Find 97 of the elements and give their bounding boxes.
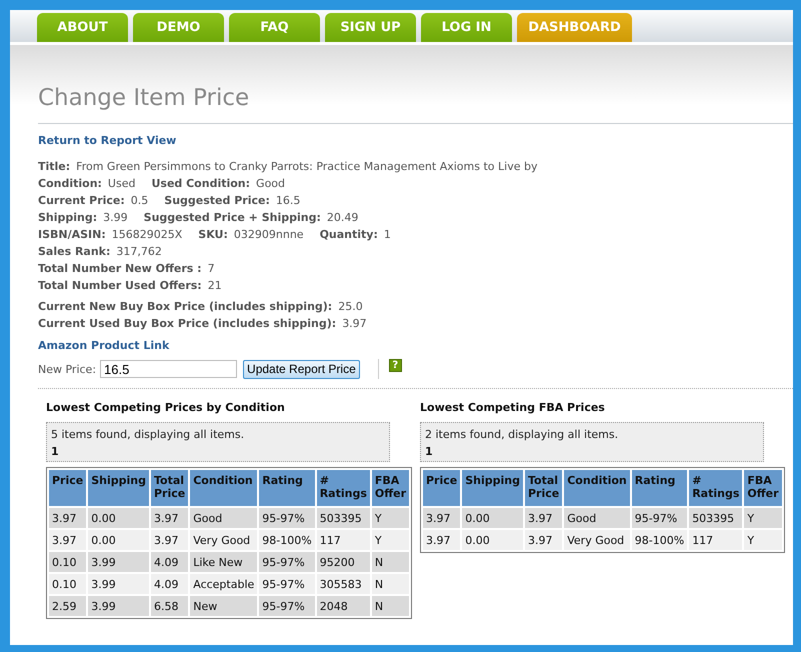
table-cell: 95-97% bbox=[259, 596, 315, 616]
column-header: FBA Offer bbox=[372, 470, 410, 506]
table-cell: 3.99 bbox=[88, 574, 149, 594]
table-cell: 3.97 bbox=[525, 508, 562, 528]
table-cell: Like New bbox=[190, 552, 258, 572]
table-cell: Y bbox=[372, 508, 410, 528]
detail-field: SKU: 032909nnne bbox=[198, 228, 304, 241]
table-cell: 3.99 bbox=[88, 552, 149, 572]
nav-tab[interactable]: SIGN UP bbox=[325, 13, 416, 42]
nav-tab[interactable]: DASHBOARD bbox=[517, 13, 632, 42]
table-cell: 503395 bbox=[316, 508, 370, 528]
detail-field: Shipping: 3.99 bbox=[38, 211, 128, 224]
table-cell: 95200 bbox=[316, 552, 370, 572]
results-count: 2 items found, displaying all items. bbox=[425, 428, 620, 441]
table-cell: 98-100% bbox=[259, 530, 315, 550]
table-cell: 0.10 bbox=[49, 574, 86, 594]
new-price-input[interactable]: 16.5 bbox=[100, 360, 238, 378]
table-cell: 0.10 bbox=[49, 552, 86, 572]
column-header: Rating bbox=[632, 470, 688, 506]
buy-box-price: Current Used Buy Box Price (includes shipping): 3.97 bbox=[38, 317, 368, 330]
update-price-button[interactable]: Update Report Price bbox=[243, 360, 360, 378]
nav-tab[interactable]: DEMO bbox=[133, 13, 224, 42]
table-cell: N bbox=[372, 552, 410, 572]
table-cell: Very Good bbox=[190, 530, 258, 550]
table-cell: Acceptable bbox=[190, 574, 258, 594]
column-header: # Ratings bbox=[316, 470, 370, 506]
table-cell: 0.00 bbox=[462, 508, 523, 528]
nav-tab[interactable]: LOG IN bbox=[421, 13, 512, 42]
table-cell: 95-97% bbox=[632, 508, 688, 528]
table-cell: 0.00 bbox=[462, 530, 523, 550]
table-cell: 0.00 bbox=[88, 508, 149, 528]
table-title: Lowest Competing FBA Prices bbox=[420, 401, 606, 414]
detail-field: Total Number Used Offers: 21 bbox=[38, 279, 222, 292]
table-cell: 6.58 bbox=[151, 596, 188, 616]
detail-field: Used Condition: Good bbox=[151, 177, 286, 190]
table-cell: 0.00 bbox=[88, 530, 149, 550]
detail-field: Suggested Price: 16.5 bbox=[164, 194, 300, 207]
table-cell: 3.97 bbox=[49, 508, 86, 528]
detail-field: Quantity: 1 bbox=[320, 228, 391, 241]
table-cell: 4.09 bbox=[151, 574, 188, 594]
column-header: Price bbox=[423, 470, 460, 506]
table-cell: Good bbox=[564, 508, 630, 528]
table-cell: N bbox=[372, 574, 410, 594]
table-cell: 3.97 bbox=[49, 530, 86, 550]
page-number: 1 bbox=[425, 445, 434, 458]
table-cell: Y bbox=[744, 530, 782, 550]
detail-field: Current Price: 0.5 bbox=[38, 194, 148, 207]
detail-field: Suggested Price + Shipping: 20.49 bbox=[144, 211, 358, 224]
table-cell: 3.97 bbox=[423, 508, 460, 528]
column-header: Rating bbox=[259, 470, 315, 506]
column-header: # Ratings bbox=[689, 470, 742, 506]
table-cell: 2048 bbox=[316, 596, 370, 616]
page-number: 1 bbox=[51, 445, 60, 458]
table-cell: New bbox=[190, 596, 258, 616]
table-cell: 305583 bbox=[316, 574, 370, 594]
table-cell: 3.99 bbox=[88, 596, 149, 616]
table-cell: Good bbox=[190, 508, 258, 528]
table-title: Lowest Competing Prices by Condition bbox=[46, 401, 286, 414]
table-cell: 3.97 bbox=[423, 530, 460, 550]
results-count: 5 items found, displaying all items. bbox=[51, 428, 246, 441]
column-header: Shipping bbox=[88, 470, 149, 506]
table-cell: N bbox=[372, 596, 410, 616]
table-cell: 2.59 bbox=[49, 596, 86, 616]
table-cell: 3.97 bbox=[151, 508, 188, 528]
product-link[interactable]: Amazon Product Link bbox=[38, 339, 170, 352]
column-header: FBA Offer bbox=[744, 470, 782, 506]
new-price-label: New Price: bbox=[38, 362, 96, 376]
help-button[interactable]: ? bbox=[388, 358, 402, 372]
column-header: Condition bbox=[564, 470, 630, 506]
table-cell: 117 bbox=[689, 530, 742, 550]
table-cell: 95-97% bbox=[259, 508, 315, 528]
column-header: Total Price bbox=[151, 470, 188, 506]
return-link[interactable]: Return to Report View bbox=[38, 134, 176, 147]
table-cell: Very Good bbox=[564, 530, 630, 550]
table-cell: 98-100% bbox=[632, 530, 688, 550]
table-cell: Y bbox=[744, 508, 782, 528]
table-cell: 4.09 bbox=[151, 552, 188, 572]
column-header: Total Price bbox=[525, 470, 562, 506]
page-title: Change Item Price bbox=[38, 85, 793, 124]
detail-field: Total Number New Offers : 7 bbox=[38, 262, 215, 275]
table-cell: 95-97% bbox=[259, 574, 315, 594]
column-header: Price bbox=[49, 470, 86, 506]
table-cell: 117 bbox=[316, 530, 370, 550]
column-header: Shipping bbox=[462, 470, 523, 506]
table-cell: 503395 bbox=[689, 508, 742, 528]
table-cell: 95-97% bbox=[259, 552, 315, 572]
detail-field: ISBN/ASIN: 156829025X bbox=[38, 228, 182, 241]
table-cell: Y bbox=[372, 530, 410, 550]
detail-field: Condition: Used bbox=[38, 177, 136, 190]
table-cell: 3.97 bbox=[151, 530, 188, 550]
nav-tab[interactable]: ABOUT bbox=[37, 13, 128, 42]
detail-field: Sales Rank: 317,762 bbox=[38, 245, 162, 258]
column-header: Condition bbox=[190, 470, 258, 506]
detail-field: Title: From Green Persimmons to Cranky Parrots: Practice Management Axioms to Live by bbox=[38, 160, 538, 173]
nav-tab[interactable]: FAQ bbox=[229, 13, 320, 42]
table-cell: 3.97 bbox=[525, 530, 562, 550]
buy-box-price: Current New Buy Box Price (includes shipping): 25.0 bbox=[38, 300, 364, 313]
